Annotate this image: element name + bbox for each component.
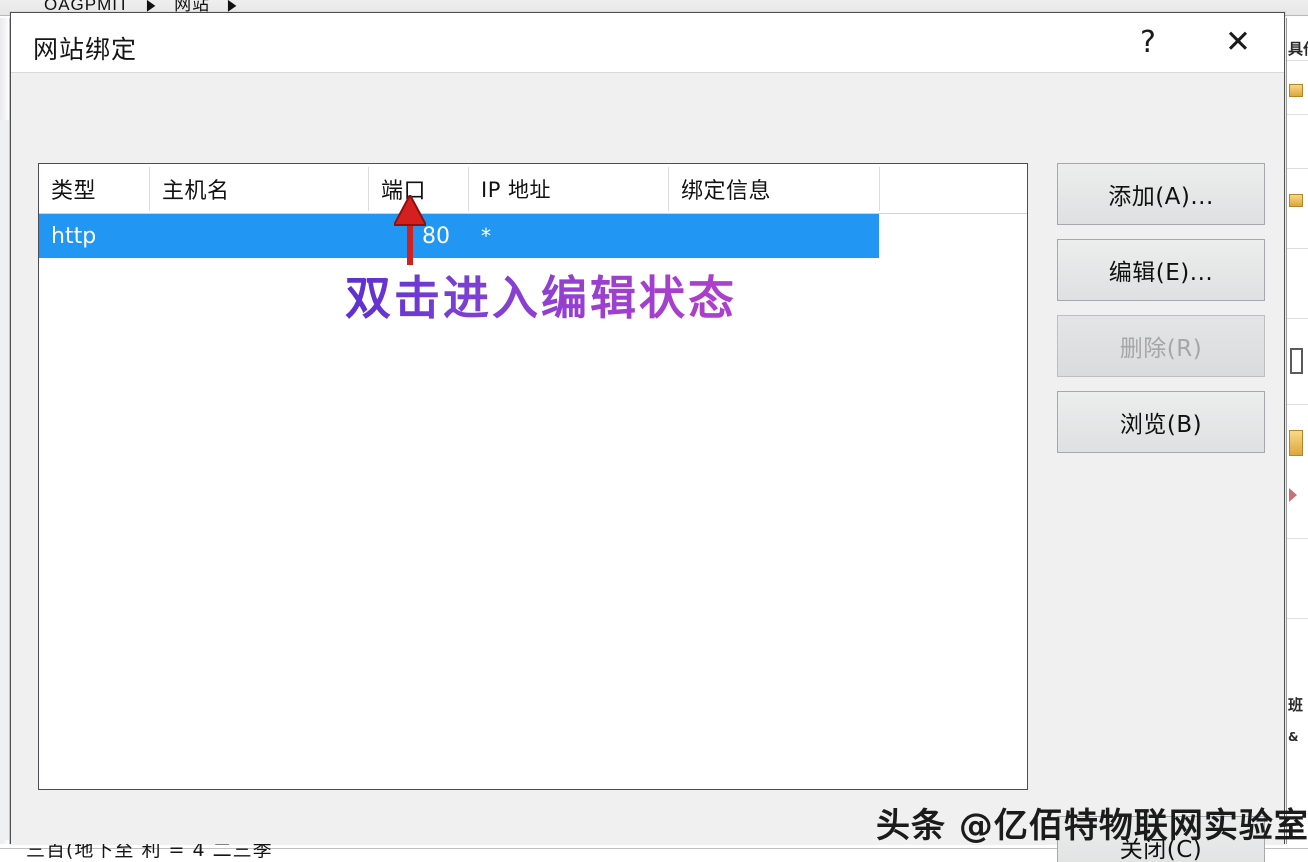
background-pane-divider — [1287, 114, 1308, 115]
cell-type: http — [51, 223, 97, 249]
background-left-tree-pane — [0, 120, 10, 840]
background-pane-glyph-2: 班 — [1288, 696, 1304, 714]
table-row[interactable]: http 80 * — [39, 214, 879, 258]
background-pane-divider — [1287, 318, 1308, 319]
dialog-titlebar[interactable]: 网站绑定 ? ✕ — [11, 13, 1284, 73]
annotation-text: 双击进入编辑状态 — [345, 262, 737, 328]
bindings-list-header: 类型 主机名 端口 IP 地址 绑定信息 — [39, 164, 1027, 214]
background-pane-divider — [1287, 168, 1308, 169]
help-button[interactable]: ? — [1112, 13, 1184, 72]
background-pane-glyph-3: & — [1288, 730, 1299, 744]
close-window-button[interactable]: ✕ — [1202, 13, 1274, 72]
cell-ip: * — [481, 224, 491, 248]
browse-button[interactable]: 浏览(B) — [1057, 391, 1265, 453]
column-header-type[interactable]: 类型 — [39, 164, 149, 213]
background-pane-divider — [1287, 248, 1308, 249]
dialog-title: 网站绑定 — [33, 35, 138, 64]
background-pane-divider — [1287, 618, 1308, 619]
background-pane-icon-2 — [1289, 194, 1303, 207]
add-button[interactable]: 添加(A)... — [1057, 163, 1265, 225]
background-actions-pane: 具作 班 & — [1286, 18, 1308, 844]
annotation-up-arrow-icon — [394, 195, 426, 265]
close-x-icon: ✕ — [1225, 24, 1251, 60]
background-pane-divider — [1287, 538, 1308, 539]
column-header-ip[interactable]: IP 地址 — [469, 164, 668, 213]
delete-button: 删除(R) — [1057, 315, 1265, 377]
background-pane-box-icon — [1290, 348, 1303, 374]
background-pane-divider — [1287, 404, 1308, 405]
column-header-binding[interactable]: 绑定信息 — [669, 164, 879, 213]
background-pane-icon-3 — [1289, 430, 1303, 456]
background-status-text: 三百(地下至 利 = 4 二三季 — [26, 844, 273, 861]
cell-binding — [669, 214, 879, 258]
column-header-hostname[interactable]: 主机名 — [150, 164, 368, 213]
column-divider-5[interactable] — [879, 167, 880, 211]
site-bindings-dialog: 网站绑定 ? ✕ 类型 主机名 端口 IP 地址 绑定信息 http 80 * … — [10, 12, 1285, 862]
background-pane-arrow-icon — [1289, 488, 1297, 502]
bindings-list[interactable]: 类型 主机名 端口 IP 地址 绑定信息 http 80 * — [38, 163, 1028, 790]
background-pane-icon-1 — [1289, 84, 1303, 97]
watermark: 头条 @亿佰特物联网实验室 — [876, 806, 1308, 846]
background-pane-glyph-1: 具作 — [1288, 40, 1308, 58]
cell-hostname — [150, 214, 368, 258]
background-pane-divider — [1287, 60, 1308, 61]
question-mark-icon: ? — [1140, 25, 1156, 60]
dialog-body: 类型 主机名 端口 IP 地址 绑定信息 http 80 * 添加(A)... … — [11, 73, 1284, 862]
edit-button[interactable]: 编辑(E)... — [1057, 239, 1265, 301]
screenshot-root: OAGPMIT ▸ 网站 ▸ 具作 班 & 三百(地下 — [0, 0, 1308, 862]
